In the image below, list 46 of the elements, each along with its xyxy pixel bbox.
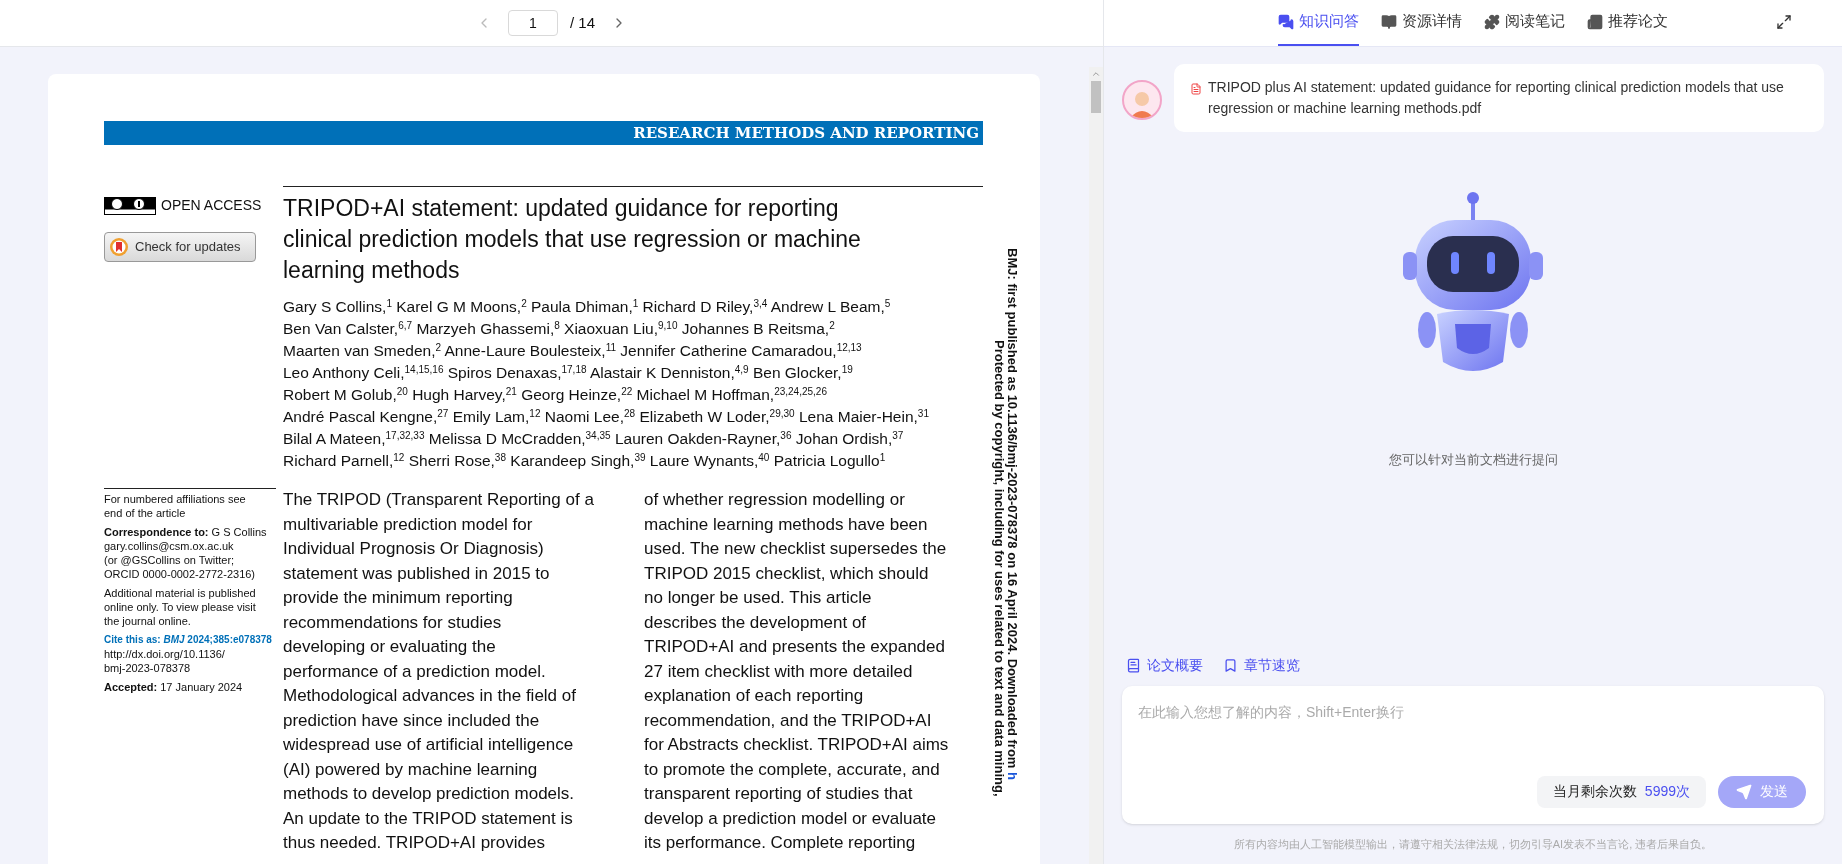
bookmark-icon — [1223, 657, 1238, 673]
bookmark-badge-icon — [109, 237, 129, 257]
body-paragraph: of whether regression modelling or machine learning methods have been used. The new checklist supersedes the TRIPOD 2015 checklist, which should no longer be used. This article describes the development of TRIPOD+AI and presents the expanded 27 item checklist with more detailed explanation of each reporting recommendation, and the TRIPOD+AI for Abstracts checklist. TRIPOD+AI aims to promote the complete, accurate, and transparent reporting of studies that develop a prediction model or evaluate its performance. Complete reporting — [644, 489, 950, 854]
panel-tab[interactable]: 知识问答 — [1278, 0, 1359, 46]
panel-tab[interactable]: 推荐论文 — [1587, 0, 1668, 46]
sidebar-note: Additional material is published online only. To view please visit the journal online. — [104, 586, 257, 628]
file-name: TRIPOD plus AI statement: updated guidance for reporting clinical prediction models that use regression or machine learning methods.pdf — [1208, 78, 1785, 118]
send-icon — [1736, 783, 1752, 800]
question-field[interactable]: 在此输入您想了解的内容，Shift+Enter换行 当月剩余次数 5999次 发送 — [1122, 685, 1824, 824]
fullscreen-button[interactable] — [1776, 14, 1792, 30]
avatar — [1122, 80, 1162, 120]
sidebar-note: For numbered affiliations see end of the article — [104, 492, 247, 520]
fullscreen-icon — [1776, 14, 1792, 30]
panel-tab[interactable]: 阅读笔记 — [1484, 0, 1565, 46]
page-count: / 14 — [570, 12, 595, 33]
page-input[interactable]: 1 — [508, 10, 558, 36]
question-input[interactable]: 在此输入您想了解的内容，Shift+Enter换行 — [1138, 701, 1808, 776]
open-access-label: OPEN ACCESS — [161, 196, 262, 215]
article-title: TRIPOD+AI statement: updated guidance for reporting clinical prediction models that use regression or machine learning methods — [283, 194, 862, 285]
empty-hint: 您可以针对当前文档进行提问 — [1388, 451, 1558, 469]
author-list: Gary S Collins,$^{1}$ Karel G M Moons,$^{2}$ Paula Dhiman,$^{1}$ Richard D Riley,$^{3,4}$ Andrew L Beam,$^{5}$ Ben Van Calster,$^{6,7}$ Marzyeh Ghassemi,$^{8}$ Xiaoxuan Liu,$^{9,10}$ Johannes B Reitsma,$^{2}$ Maarten van Smeden,$^{2}$ Anne-Laure Boulesteix,$^{11}$ Jennifer Catherine Camaradou,$^{12,13}$ Leo Anthony Celi,$^{14,15,16}$ Spiros Denaxas,$^{17,18}$ Alastair K Denniston,$^{4,9}$ Ben Glocker,$^{19}$ Robert M Golub,$^{20}$ Hugh Harvey,$^{21}$ Georg Heinze,$^{22}$ Michael M Hoffman,$^{23,24,25,26}$ André Pascal Kengne,$^{27}$ Emily Lam,$^{12}$ Naomi Lee,$^{28}$ Elizabeth W Loder,$^{29,30}$ Lena Maier-Hein,$^{31}$ Bilal A Mateen,$^{17,32,33}$ Melissa D McCradden,$^{34,35}$ Lauren Oakden-Rayner,$^{36}$ Johan Ordish,$^{37}$ Richard Parnell,$^{12}$ Sherri Rose,$^{38}$ Karandeep Singh,$^{39}$ Laure Wynants,$^{40}$ Patricia Logullo$^{1}$ — [283, 296, 983, 472]
citation-label: Cite this as: BMJ 2024;385:e078378 — [104, 633, 272, 647]
sidebar-note: Correspondence to: G S Collins gary.collins@csm.ox.ac.uk (or @GSCollins on Twitter; ORCID 0000-0002-2772-2316) — [104, 525, 268, 581]
license-icon — [104, 196, 156, 215]
quota-value: 5999次 — [1644, 782, 1690, 801]
pdf-file-icon — [1190, 83, 1202, 95]
panel-tab[interactable]: 资源详情 — [1381, 0, 1462, 46]
margin-notice: BMJ: first published as 10.1136/bmj-2023-078378 on 16 April 2024. Downloaded from h — [1005, 248, 1020, 780]
scroll-up-icon[interactable] — [1091, 69, 1101, 79]
disclaimer: 所有内容均由人工智能模型输出，请遵守相关法律法规，切勿引导AI发表不当言论, 违者后果自负。 — [1232, 836, 1714, 852]
book-icon — [1126, 657, 1141, 673]
book-icon — [1381, 13, 1397, 30]
quota-label: 当月剩余次数 — [1552, 782, 1637, 801]
puzzle-icon — [1484, 13, 1500, 30]
quick-action-link[interactable]: 章节速览 — [1223, 654, 1300, 676]
body-paragraph: The TRIPOD (Transparent Reporting of a multivariable prediction model for Individual Prognosis Or Diagnosis) statement was published in 2015 to provide the minimum reporting recommendations for studies developing or evaluating the performance of a prediction model. Methodological advances in the field of prediction have since included the widespread use of artificial intelligence (AI) powered by machine learning methods to develop prediction models. An update to the TRIPOD statement is thus needed. TRIPOD+AI provides — [283, 489, 595, 854]
check-for-updates-button[interactable]: Check for updates — [104, 232, 256, 262]
scrollbar-thumb[interactable] — [1091, 81, 1101, 113]
quick-action-link[interactable]: 论文概要 — [1126, 654, 1203, 676]
sidebar-note: Accepted: 17 January 2024 — [104, 680, 244, 694]
download-link[interactable]: h — [1005, 772, 1020, 780]
newspaper-icon — [1587, 13, 1603, 30]
doi-text: http://dx.doi.org/10.1136/ bmj-2023-078378 — [104, 647, 226, 675]
section-banner: RESEARCH METHODS AND REPORTING — [104, 121, 983, 145]
chat-bubbles-icon — [1278, 13, 1294, 30]
scrollbar[interactable] — [1089, 67, 1103, 864]
